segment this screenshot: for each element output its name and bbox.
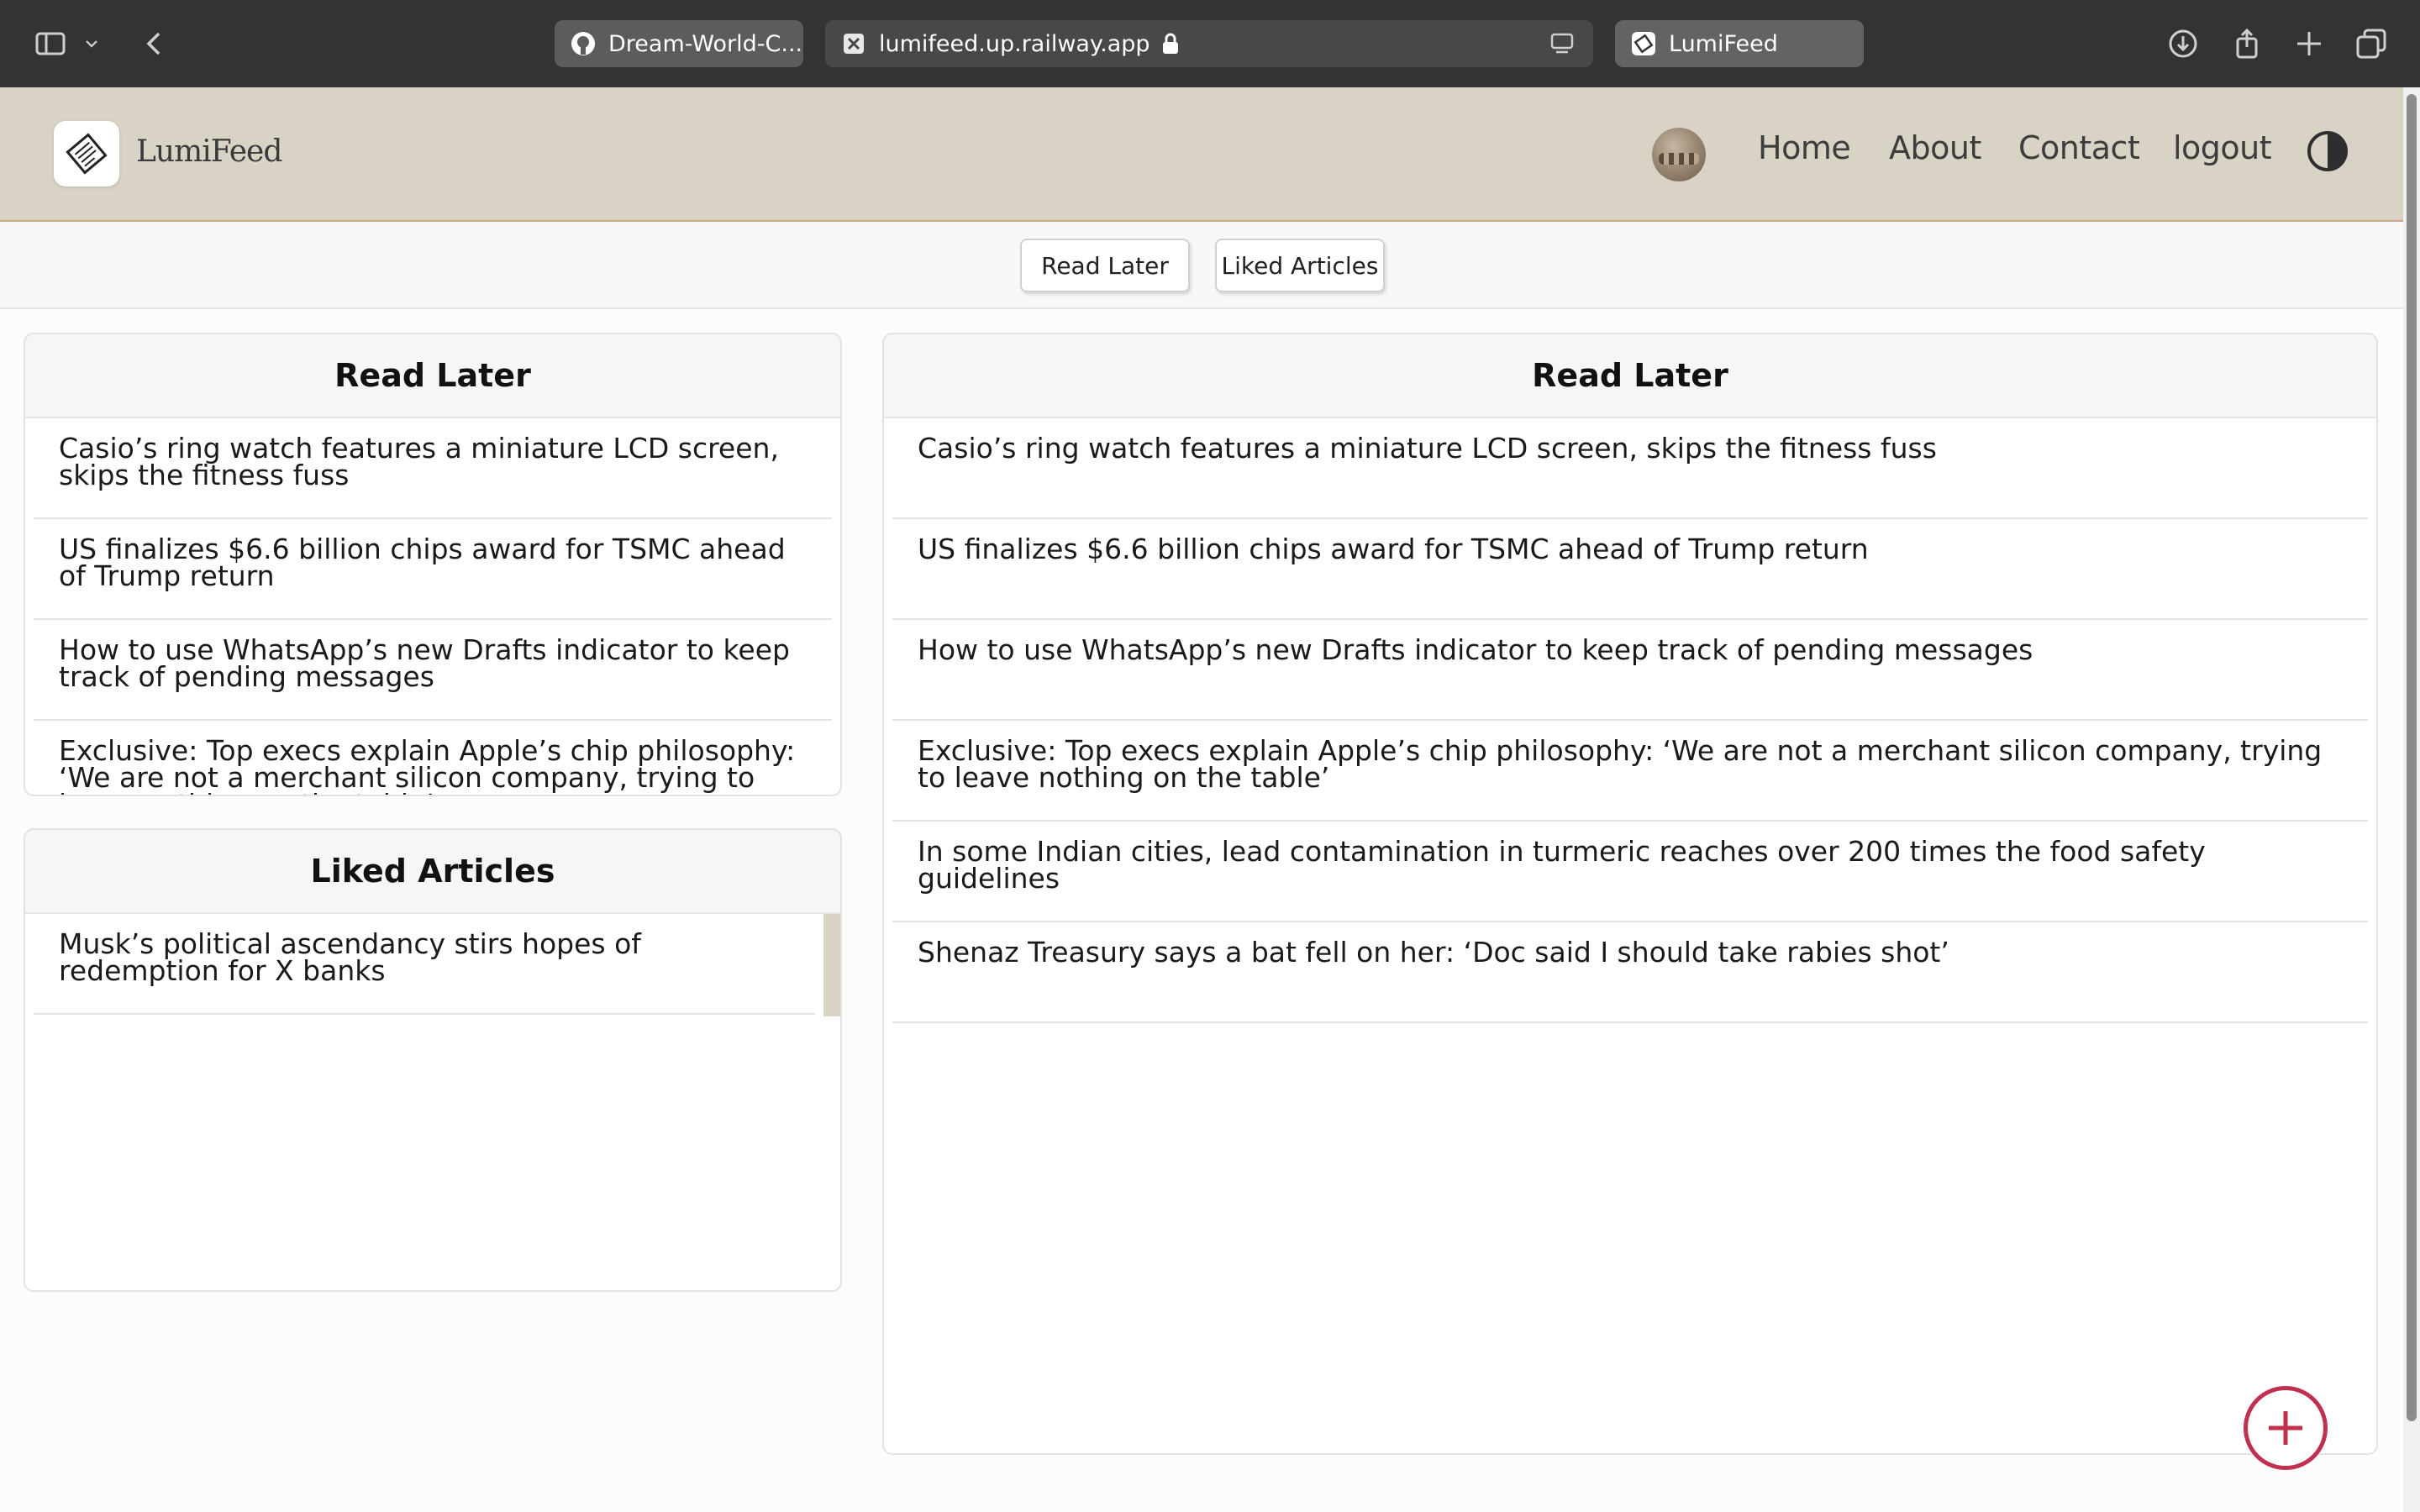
tab-label: LumiFeed <box>1669 30 1778 57</box>
tab-lumifeed[interactable]: LumiFeed <box>1615 20 1864 67</box>
plus-icon <box>2269 1411 2302 1445</box>
list-item[interactable]: Exclusive: Top execs explain Apple’s chi… <box>892 721 2368 822</box>
scrollbar-thumb[interactable] <box>2407 94 2417 1421</box>
nav-logout-link[interactable]: logout <box>2173 129 2272 166</box>
article-list[interactable]: Musk’s political ascendancy stirs hopes … <box>34 914 815 1290</box>
chevron-down-icon[interactable] <box>79 25 104 62</box>
theme-toggle-icon[interactable] <box>2307 131 2348 171</box>
liked-articles-panel: Liked Articles Musk’s political ascendan… <box>24 828 842 1292</box>
read-later-panel-main: Read Later Casio’s ring watch features a… <box>882 333 2378 1455</box>
read-later-panel-small: Read Later Casio’s ring watch features a… <box>24 333 842 796</box>
list-item[interactable]: US finalizes $6.6 billion chips award fo… <box>892 519 2368 620</box>
list-item[interactable]: In some Indian cities, lead contaminatio… <box>892 822 2368 922</box>
share-icon[interactable] <box>2228 25 2265 62</box>
browser-toolbar: Dream-World-C... lumifeed.up.railway.app… <box>0 0 2420 87</box>
sidebar-toggle-icon[interactable] <box>32 25 69 62</box>
tab-label: Dream-World-C... <box>608 30 803 57</box>
nav-home-link[interactable]: Home <box>1758 129 1851 166</box>
filter-toolbar: Read Later Liked Articles <box>0 222 2403 309</box>
article-list[interactable]: Casio’s ring watch features a miniature … <box>892 418 2368 1453</box>
lock-icon <box>1162 33 1178 54</box>
list-item[interactable]: Casio’s ring watch features a miniature … <box>34 418 832 519</box>
close-tab-icon[interactable] <box>840 30 867 57</box>
tab-github[interactable]: Dream-World-C... <box>555 20 803 67</box>
new-tab-plus-icon[interactable] <box>2291 25 2328 62</box>
panel-title: Read Later <box>25 334 840 418</box>
download-icon[interactable] <box>2165 25 2202 62</box>
list-item[interactable]: Shenaz Treasury says a bat fell on her: … <box>892 922 2368 1023</box>
scrollbar-thumb[interactable] <box>823 914 840 1016</box>
lumifeed-logo-icon[interactable] <box>54 121 119 186</box>
article-list[interactable]: Casio’s ring watch features a miniature … <box>34 418 832 795</box>
read-later-button[interactable]: Read Later <box>1020 239 1190 292</box>
back-arrow-icon[interactable] <box>136 25 173 62</box>
site-header: LumiFeed Home About Contact logout <box>0 87 2403 222</box>
brand-name[interactable]: LumiFeed <box>136 134 282 169</box>
panel-title: Read Later <box>884 334 2376 418</box>
list-item[interactable]: Musk’s political ascendancy stirs hopes … <box>34 914 815 1015</box>
list-item[interactable]: US finalizes $6.6 billion chips award fo… <box>34 519 832 620</box>
panel-title: Liked Articles <box>25 830 840 914</box>
liked-articles-button[interactable]: Liked Articles <box>1215 239 1385 292</box>
github-icon <box>570 30 597 57</box>
page-scrollbar[interactable] <box>2403 87 2420 1512</box>
nav-about-link[interactable]: About <box>1889 129 1981 166</box>
list-item[interactable]: Casio’s ring watch features a miniature … <box>892 418 2368 519</box>
nav-contact-link[interactable]: Contact <box>2018 129 2140 166</box>
tab-overview-icon[interactable] <box>2353 25 2390 62</box>
add-article-button[interactable] <box>2244 1386 2328 1470</box>
list-item[interactable]: Exclusive: Top execs explain Apple’s chi… <box>34 721 832 795</box>
address-bar[interactable]: lumifeed.up.railway.app <box>825 20 1593 67</box>
reader-mode-icon[interactable] <box>1549 32 1575 55</box>
address-url: lumifeed.up.railway.app <box>879 30 1150 57</box>
avatar[interactable] <box>1652 128 1706 181</box>
lumifeed-favicon <box>1630 30 1657 57</box>
list-item[interactable]: How to use WhatsApp’s new Drafts indicat… <box>34 620 832 721</box>
list-item[interactable]: How to use WhatsApp’s new Drafts indicat… <box>892 620 2368 721</box>
